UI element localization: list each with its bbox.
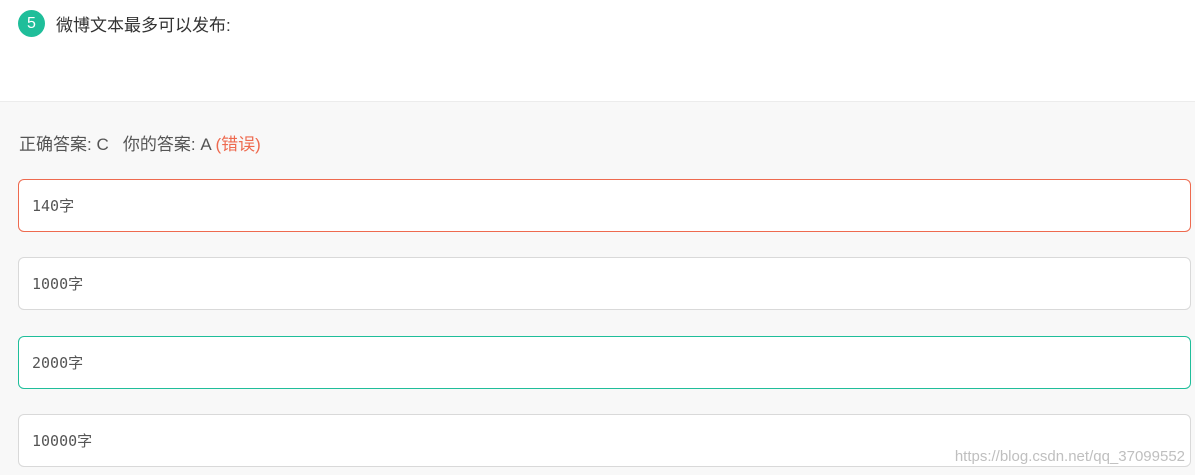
question-text: 微博文本最多可以发布: [56,16,231,35]
option-b[interactable]: 1000字 [18,257,1191,310]
option-d-label: 10000字 [32,432,93,450]
answer-panel: 正确答案: C 你的答案: A (错误) 140字 1000字 2000字 10… [0,101,1195,475]
question-header: 5 微博文本最多可以发布: [18,10,231,37]
option-a[interactable]: 140字 [18,179,1191,232]
option-a-label: 140字 [32,197,75,215]
quiz-page: 5 微博文本最多可以发布: 正确答案: C 你的答案: A (错误) 140字 … [0,0,1195,475]
wrong-status: (错误) [215,135,261,154]
option-c-label: 2000字 [32,354,84,372]
correct-answer-label: 正确答案: C [19,135,109,154]
your-answer-label: 你的答案: A [122,135,211,154]
question-number-badge: 5 [18,10,45,37]
option-c[interactable]: 2000字 [18,336,1191,389]
option-b-label: 1000字 [32,275,84,293]
result-line: 正确答案: C 你的答案: A (错误) [19,130,261,155]
watermark: https://blog.csdn.net/qq_37099552 [954,448,1185,465]
